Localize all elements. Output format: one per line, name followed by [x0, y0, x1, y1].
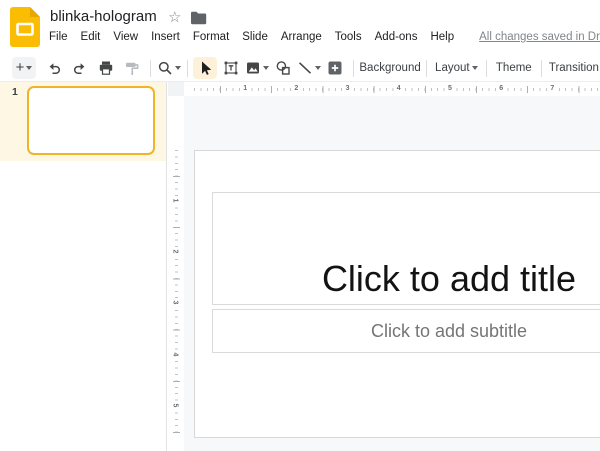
toolbar: +: [0, 55, 600, 82]
ruler-number: 2: [293, 84, 299, 93]
slide-page[interactable]: Click to add title Click to add subtitle: [194, 150, 600, 438]
add-comment-icon: [327, 60, 343, 76]
chevron-down-icon: [472, 66, 478, 70]
insert-shape-button[interactable]: [271, 57, 295, 79]
vertical-ruler: 1 2 3 4 5: [168, 82, 184, 451]
chevron-down-icon: [263, 66, 269, 70]
transition-button[interactable]: Transition: [548, 57, 600, 79]
slides-logo-icon[interactable]: [10, 7, 40, 47]
main-body: 1 1 2 3 4 5 6 7 1 2 3: [0, 82, 600, 451]
chevron-down-icon: [315, 66, 321, 70]
ruler-number: 1: [170, 198, 179, 204]
title-placeholder-text: Click to add title: [213, 259, 600, 299]
image-icon: [245, 60, 261, 76]
zoom-icon: [157, 60, 173, 76]
menu-bar: File Edit View Insert Format Slide Arran…: [49, 31, 600, 43]
toolbar-divider: [486, 60, 487, 77]
ruler-number: 4: [170, 352, 179, 358]
line-icon: [297, 60, 313, 76]
chevron-down-icon: [26, 66, 32, 70]
toolbar-divider: [353, 60, 354, 77]
paint-format-button[interactable]: [120, 57, 144, 79]
ruler-corner: [168, 82, 184, 96]
menu-format[interactable]: Format: [193, 31, 229, 43]
undo-icon: [46, 60, 62, 76]
text-box-button[interactable]: [219, 57, 243, 79]
layout-button[interactable]: Layout: [433, 57, 480, 79]
ruler-ticks: [173, 176, 180, 439]
menu-add-ons[interactable]: Add-ons: [375, 31, 418, 43]
menu-help[interactable]: Help: [430, 31, 454, 43]
ruler-number: 3: [345, 84, 351, 93]
menu-edit[interactable]: Edit: [81, 31, 101, 43]
document-title[interactable]: blinka-hologram: [50, 8, 157, 25]
zoom-button[interactable]: [157, 57, 181, 79]
ruler-number: 4: [396, 84, 402, 93]
menu-slide[interactable]: Slide: [242, 31, 268, 43]
menu-arrange[interactable]: Arrange: [281, 31, 322, 43]
menu-tools[interactable]: Tools: [335, 31, 362, 43]
print-button[interactable]: [94, 57, 118, 79]
insert-line-button[interactable]: [297, 57, 321, 79]
ruler-number: 6: [498, 84, 504, 93]
text-box-icon: [223, 60, 239, 76]
toolbar-divider: [150, 60, 151, 77]
background-button[interactable]: Background: [360, 57, 420, 79]
subtitle-placeholder-box[interactable]: Click to add subtitle: [212, 309, 600, 353]
slide-canvas: Click to add title Click to add subtitle: [184, 96, 600, 451]
undo-button[interactable]: [42, 57, 66, 79]
insert-image-button[interactable]: [245, 57, 269, 79]
toolbar-divider: [187, 60, 188, 77]
title-placeholder-box[interactable]: Click to add title: [212, 192, 600, 305]
paint-roller-icon: [124, 60, 140, 76]
layout-button-label: Layout: [435, 62, 470, 74]
menu-view[interactable]: View: [113, 31, 138, 43]
theme-button[interactable]: Theme: [493, 57, 536, 79]
ruler-number: 5: [170, 403, 179, 409]
shape-icon: [275, 60, 291, 76]
plus-icon: +: [16, 60, 25, 75]
ruler-number: 5: [447, 84, 453, 93]
move-to-folder-icon[interactable]: [190, 11, 207, 25]
new-slide-button[interactable]: +: [12, 57, 36, 79]
menu-file[interactable]: File: [49, 31, 68, 43]
redo-button[interactable]: [68, 57, 92, 79]
slide-filmstrip: 1: [0, 82, 167, 451]
slide-number-label: 1: [12, 86, 18, 98]
select-tool-button[interactable]: [193, 57, 217, 79]
cursor-arrow-icon: [197, 60, 213, 76]
canvas-area: 1 2 3 4 5 6 7 1 2 3 4 5 Click to: [168, 82, 600, 451]
filmstrip-slide-row[interactable]: 1: [0, 82, 166, 161]
subtitle-placeholder-text: Click to add subtitle: [371, 321, 527, 342]
save-status-link[interactable]: All changes saved in Drive: [479, 31, 600, 43]
ruler-ticks: [220, 86, 600, 93]
chevron-down-icon: [175, 66, 181, 70]
star-icon[interactable]: ☆: [168, 9, 181, 27]
toolbar-divider: [426, 60, 427, 77]
print-icon: [98, 60, 114, 76]
comment-button[interactable]: [323, 57, 347, 79]
redo-icon: [72, 60, 88, 76]
ruler-number: 3: [170, 300, 179, 306]
toolbar-divider: [541, 60, 542, 77]
ruler-number: 1: [242, 84, 248, 93]
horizontal-ruler: 1 2 3 4 5 6 7: [184, 82, 600, 96]
google-slides-window: blinka-hologram ☆ File Edit View Insert …: [0, 0, 600, 451]
menu-insert[interactable]: Insert: [151, 31, 180, 43]
ruler-number: 2: [170, 249, 179, 255]
ruler-number: 7: [549, 84, 555, 93]
slide-thumbnail-selected[interactable]: [27, 86, 155, 155]
